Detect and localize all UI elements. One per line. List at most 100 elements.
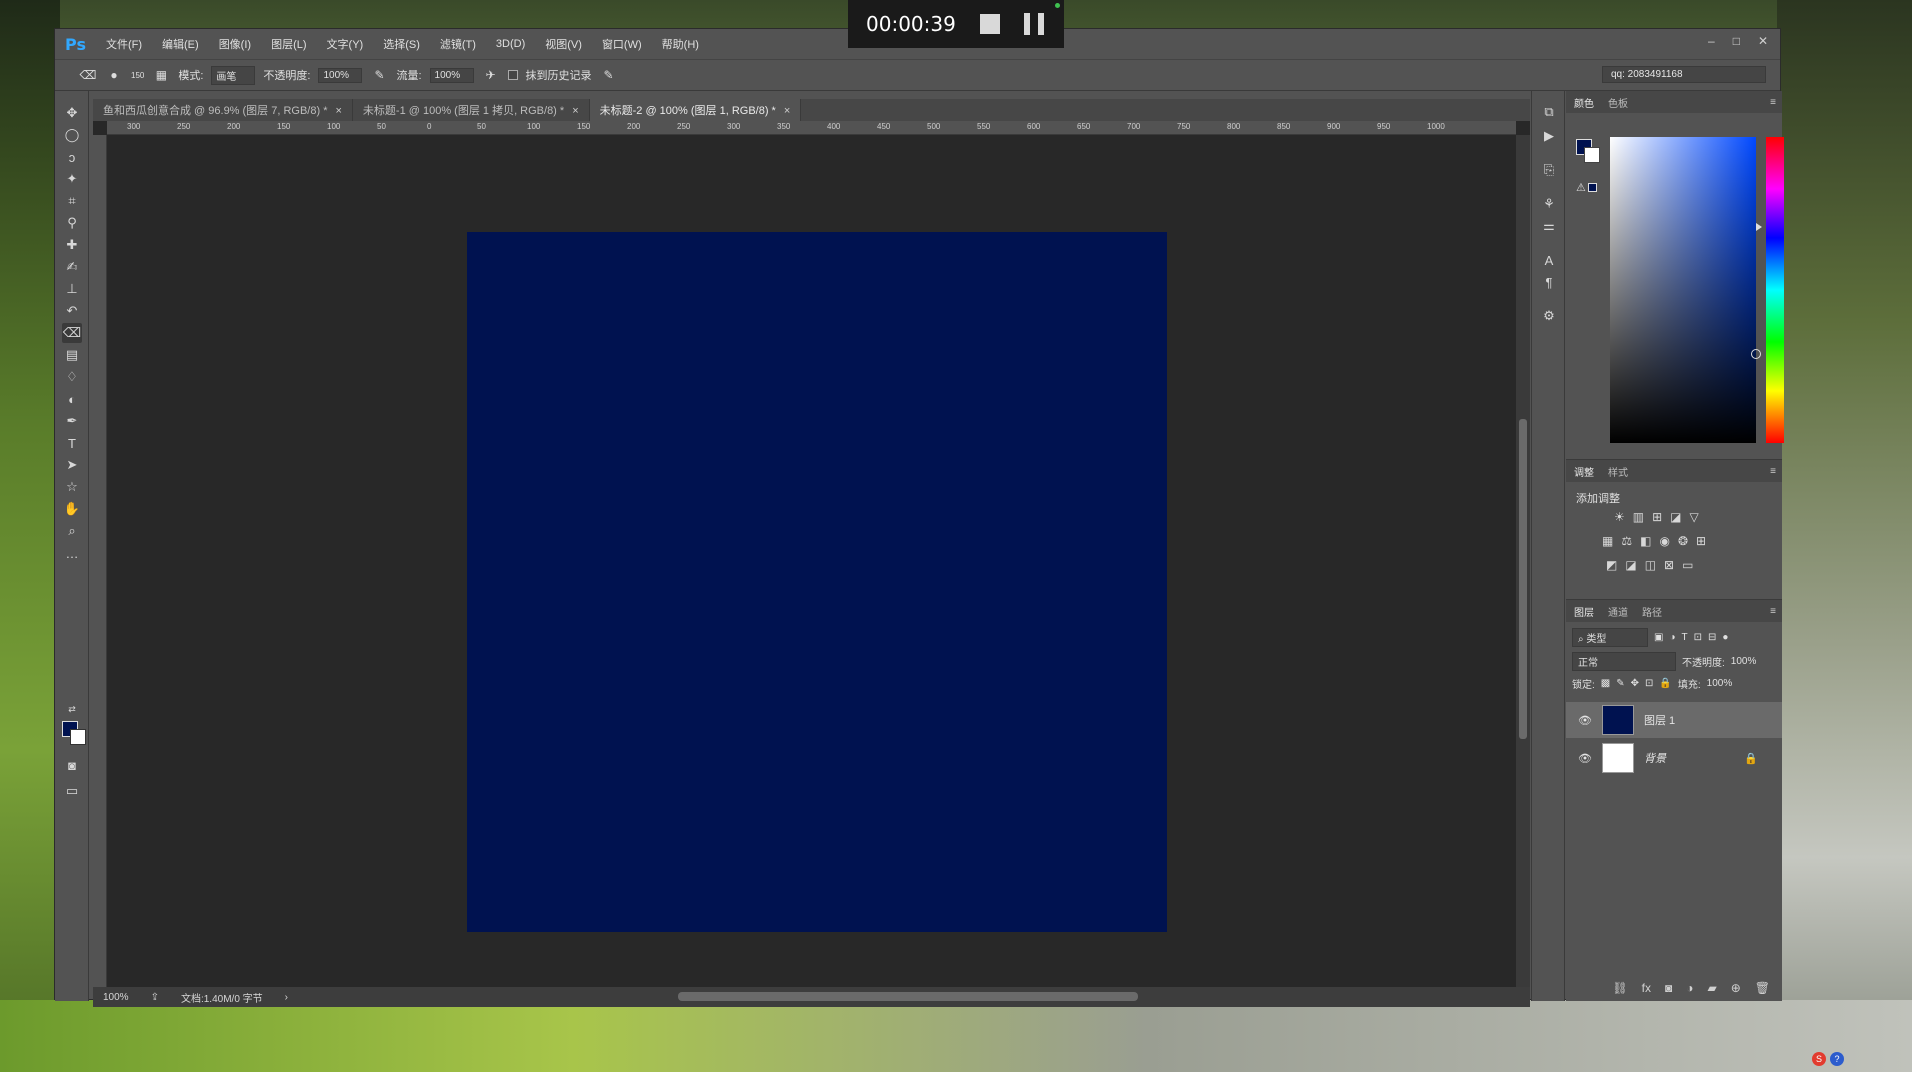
tab-adjustments[interactable]: 调整 [1574,464,1594,479]
layer-filter-select[interactable]: ⌕ 类型 [1572,628,1648,647]
export-icon[interactable]: ⇪ [151,992,159,1003]
eraser-preset-icon[interactable]: ⌫ [79,67,97,83]
tab-document-3[interactable]: 未标题-2 @ 100% (图层 1, RGB/8) * × [589,99,802,121]
marquee-tool-icon[interactable]: ◯ [62,125,82,145]
black-white-icon[interactable]: ◧ [1640,534,1651,548]
new-layer-icon[interactable]: ⊕ [1731,981,1741,995]
zoom-level[interactable]: 100% [103,992,129,1003]
exposure-icon[interactable]: ◪ [1670,510,1681,524]
close-tab-icon[interactable]: × [335,105,341,117]
hue-saturation-icon[interactable]: ▦ [1602,534,1613,548]
magic-wand-icon[interactable]: ✦ [62,169,82,189]
visibility-eye-icon[interactable]: 👁 [1578,752,1592,765]
delete-layer-icon[interactable]: 🗑 [1755,981,1770,995]
hue-slider[interactable] [1766,137,1784,443]
hand-tool-icon[interactable]: ✋ [62,499,82,519]
menu-window[interactable]: 窗口(W) [602,36,642,52]
shape-tool-icon[interactable]: ☆ [62,477,82,497]
menu-3d[interactable]: 3D(D) [496,38,525,50]
tab-document-2[interactable]: 未标题-1 @ 100% (图层 1 拷贝, RGB/8) * × [353,99,590,121]
filter-pixel-icon[interactable]: ▣ [1654,632,1663,643]
properties-panel-icon[interactable]: ⚙ [1540,307,1558,325]
pen-tool-icon[interactable]: ✒ [62,411,82,431]
airbrush-icon[interactable]: ✈ [482,67,500,83]
layer-name[interactable]: 图层 1 [1644,712,1675,728]
quick-mask-icon[interactable]: ◙ [62,755,82,775]
history-panel-icon[interactable]: ⧉ [1540,103,1558,121]
filter-adjust-icon[interactable]: ◑ [1669,632,1675,643]
lock-position-icon[interactable]: ✥ [1631,678,1639,689]
menu-file[interactable]: 文件(F) [106,36,142,52]
move-tool-icon[interactable]: ✥ [62,103,82,123]
history-checkbox[interactable] [507,70,518,80]
document-viewport[interactable] [107,135,1516,987]
maximize-button[interactable]: □ [1733,34,1740,48]
gradient-map-icon[interactable]: ▭ [1682,558,1693,572]
lock-artboard-icon[interactable]: ⊡ [1645,678,1653,689]
menu-layer[interactable]: 图层(L) [271,36,306,52]
stop-recording-button[interactable] [979,14,1000,34]
history-brush-icon[interactable]: ↶ [62,301,82,321]
channel-mixer-icon[interactable]: ❂ [1678,534,1688,548]
layer-style-icon[interactable]: fx [1642,981,1651,995]
tab-swatches[interactable]: 色板 [1608,95,1628,110]
vertical-scrollbar[interactable] [1516,135,1530,987]
pressure-opacity-icon[interactable]: ✎ [370,67,388,83]
color-picker-cursor[interactable] [1751,349,1761,359]
lasso-tool-icon[interactable]: ↄ [62,147,82,167]
opacity-input[interactable]: 100% [318,67,363,83]
brush-settings-icon[interactable]: ⚘ [1540,195,1558,213]
layer-name[interactable]: 背景 [1644,750,1666,766]
layer-opacity-input[interactable]: 100% [1731,656,1757,667]
filter-shape-icon[interactable]: ⊡ [1694,632,1702,643]
more-tools-icon[interactable]: … [62,543,82,563]
layer-row-layer1[interactable]: 👁 图层 1 [1566,702,1782,738]
filter-toggle-icon[interactable]: ● [1722,632,1728,643]
background-color-swatch[interactable] [70,729,86,745]
pressure-size-icon[interactable]: ✎ [600,67,618,83]
lock-all-icon[interactable]: 🔒 [1659,678,1671,689]
menu-type[interactable]: 文字(Y) [327,36,364,52]
document-canvas[interactable] [467,232,1167,932]
panel-menu-icon[interactable]: ≡ [1770,97,1776,108]
add-mask-icon[interactable]: ◙ [1665,981,1672,995]
status-arrow-icon[interactable]: › [285,992,288,1003]
selective-color-icon[interactable]: ⊠ [1664,558,1674,572]
tab-styles[interactable]: 样式 [1608,464,1628,479]
brush-presets-icon[interactable]: ⚌ [1540,217,1558,235]
gradient-tool-icon[interactable]: ▤ [62,345,82,365]
clone-source-icon[interactable]: ⎘ [1540,161,1558,179]
brightness-icon[interactable]: ☀ [1614,510,1625,524]
tab-document-1[interactable]: 鱼和西瓜创意合成 @ 96.9% (图层 7, RGB/8) * × [93,99,353,121]
filter-smart-icon[interactable]: ⊟ [1708,632,1716,643]
swap-colors-icon[interactable]: ⇄ [62,699,82,719]
vibrance-icon[interactable]: ▽ [1690,510,1699,524]
path-select-icon[interactable]: ➤ [62,455,82,475]
panel-menu-icon[interactable]: ≡ [1770,466,1776,477]
link-layers-icon[interactable]: ⛓ [1612,981,1627,995]
menu-filter[interactable]: 滤镜(T) [440,36,476,52]
eraser-tool-icon[interactable]: ⌫ [62,323,82,343]
photo-filter-icon[interactable]: ◉ [1659,534,1669,548]
panel-background-swatch[interactable] [1584,147,1600,163]
healing-brush-icon[interactable]: ✚ [62,235,82,255]
color-lookup-icon[interactable]: ⊞ [1696,534,1706,548]
menu-help[interactable]: 帮助(H) [662,36,699,52]
blur-tool-icon[interactable]: ♢ [62,367,82,387]
menu-view[interactable]: 视图(V) [545,36,582,52]
gamut-warning-icon[interactable]: ⚠ [1576,181,1586,194]
new-adjustment-icon[interactable]: ◑ [1686,981,1693,995]
new-group-icon[interactable]: ▰ [1707,981,1716,995]
posterize-icon[interactable]: ◪ [1625,558,1636,572]
levels-icon[interactable]: ▥ [1633,510,1644,524]
brush-tool-icon[interactable]: ✍ [62,257,82,277]
actions-panel-icon[interactable]: ▶ [1540,127,1558,145]
visibility-eye-icon[interactable]: 👁 [1578,714,1592,727]
panel-menu-icon[interactable]: ≡ [1770,606,1776,617]
color-field[interactable] [1610,137,1761,443]
web-safe-swatch[interactable] [1588,183,1597,192]
threshold-icon[interactable]: ◫ [1645,558,1656,572]
invert-icon[interactable]: ◩ [1606,558,1617,572]
flow-input[interactable]: 100% [429,67,474,83]
type-tool-icon[interactable]: T [62,433,82,453]
